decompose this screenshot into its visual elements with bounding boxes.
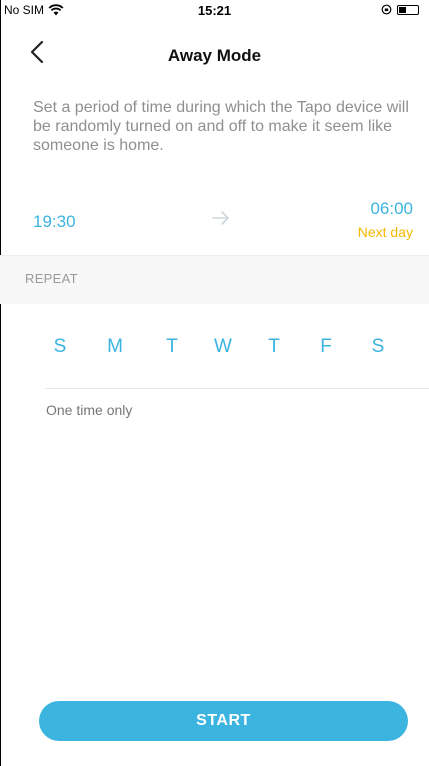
next-day-note: Next day bbox=[357, 224, 413, 240]
day-saturday[interactable]: S bbox=[363, 336, 393, 358]
repeat-summary: One time only bbox=[46, 402, 133, 418]
day-sunday[interactable]: S bbox=[45, 336, 75, 358]
arrow-right-icon bbox=[212, 211, 229, 225]
description-text: Set a period of time during which the Ta… bbox=[33, 99, 409, 154]
day-monday[interactable]: M bbox=[100, 336, 130, 358]
start-button[interactable]: START bbox=[39, 701, 408, 741]
status-right bbox=[381, 4, 419, 15]
end-time[interactable]: 06:00 bbox=[370, 199, 413, 219]
battery-icon bbox=[397, 4, 419, 15]
day-wednesday[interactable]: W bbox=[208, 336, 238, 358]
repeat-section-header: REPEAT bbox=[0, 255, 429, 304]
status-bar: No SIM 15:21 bbox=[0, 0, 429, 20]
day-thursday[interactable]: T bbox=[259, 336, 289, 358]
status-time: 15:21 bbox=[197, 3, 232, 18]
nav-bar: Away Mode bbox=[0, 30, 429, 74]
repeat-label: REPEAT bbox=[25, 271, 78, 286]
start-time[interactable]: 19:30 bbox=[33, 212, 76, 232]
time-range-row[interactable]: 19:30 06:00 Next day bbox=[0, 188, 429, 254]
day-selector: S M T W T F S bbox=[45, 336, 405, 366]
divider bbox=[45, 388, 429, 389]
page-title: Away Mode bbox=[167, 46, 262, 65]
left-edge-line bbox=[0, 0, 1, 766]
orientation-lock-icon bbox=[381, 4, 392, 15]
day-friday[interactable]: F bbox=[311, 336, 341, 358]
day-tuesday[interactable]: T bbox=[157, 336, 187, 358]
